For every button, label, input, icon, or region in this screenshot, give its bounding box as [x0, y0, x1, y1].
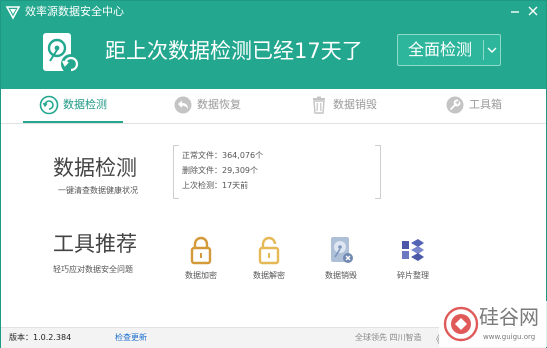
- stat-normal-files: 正常文件：364,076个: [182, 151, 263, 161]
- hard-disk-refresh-icon: [43, 33, 81, 74]
- section-subtitle-tools: 轻巧应对数据安全问题: [53, 265, 133, 274]
- close-button[interactable]: [525, 3, 541, 19]
- tab-label: 数据恢复: [197, 98, 241, 111]
- lock-icon: [190, 236, 212, 265]
- tab-label: 工具箱: [469, 98, 502, 111]
- app-logo-icon: [5, 6, 21, 20]
- title-bar: 效率源数据安全中心: [1, 1, 546, 23]
- tool-label: 数据解密: [253, 271, 285, 280]
- section-title-tools: 工具推荐: [53, 232, 137, 256]
- tool-decrypt[interactable]: 数据解密: [239, 235, 299, 283]
- tab-data-recovery[interactable]: 数据恢复: [173, 89, 263, 123]
- undo-icon: [174, 96, 192, 114]
- version-label: 版本：1.0.2.384: [9, 333, 72, 342]
- main-tabs: 数据检测 数据恢复 数据销毁 工具箱: [1, 89, 546, 124]
- window-title: 效率源数据安全中心: [25, 5, 124, 18]
- close-icon: [528, 6, 538, 16]
- trash-icon: [313, 96, 325, 114]
- brand-slogan: 全球领先 四川智造: [355, 333, 422, 342]
- chevron-down-icon[interactable]: [484, 35, 500, 65]
- unlock-icon: [258, 236, 280, 265]
- tool-label: 数据加密: [185, 271, 217, 280]
- stat-value: 29,309个: [222, 166, 258, 175]
- stat-deleted-files: 删除文件：29,309个: [182, 166, 258, 176]
- tab-toolbox[interactable]: 工具箱: [445, 89, 525, 123]
- check-update-link[interactable]: 检查更新: [115, 333, 147, 343]
- minimize-icon: [511, 11, 519, 13]
- tab-label: 数据检测: [63, 98, 107, 111]
- active-tab-indicator: [23, 121, 123, 123]
- tool-label: 碎片整理: [397, 271, 429, 280]
- watermark: 硅谷网 www.guigu.org: [439, 301, 547, 347]
- watermark-logo-icon: [443, 306, 479, 342]
- defrag-icon: [402, 239, 424, 261]
- tab-data-detection[interactable]: 数据检测: [39, 89, 129, 123]
- tool-defrag[interactable]: 碎片整理: [383, 235, 443, 283]
- header-banner: 距上次数据检测已经17天了 全面检测: [1, 23, 546, 89]
- stat-last-scan: 上次检测：17天前: [182, 181, 248, 191]
- wrench-icon: [446, 96, 464, 114]
- section-title-detection: 数据检测: [53, 156, 137, 180]
- watermark-url: www.guigu.org: [483, 333, 536, 341]
- stat-label: 正常文件：: [182, 151, 222, 160]
- full-scan-label[interactable]: 全面检测: [398, 35, 482, 65]
- tool-label: 数据销毁: [325, 271, 357, 280]
- tool-encrypt[interactable]: 数据加密: [171, 235, 231, 283]
- tool-destroy[interactable]: 数据销毁: [311, 235, 371, 283]
- tab-data-destroy[interactable]: 数据销毁: [309, 89, 399, 123]
- refresh-icon: [39, 95, 59, 115]
- disk-erase-icon: [331, 237, 353, 263]
- tab-label: 数据销毁: [333, 98, 377, 111]
- stat-value: 17天前: [222, 181, 249, 190]
- section-subtitle-detection: 一键清查数据健康状况: [58, 186, 138, 195]
- minimize-button[interactable]: [507, 3, 523, 19]
- watermark-text: 硅谷网: [479, 305, 539, 329]
- stats-box: 正常文件：364,076个 删除文件：29,309个 上次检测：17天前: [173, 145, 381, 199]
- stat-label: 上次检测：: [182, 181, 222, 190]
- stat-label: 删除文件：: [182, 166, 222, 175]
- stat-value: 364,076个: [222, 151, 264, 160]
- last-scan-headline: 距上次数据检测已经17天了: [105, 39, 363, 63]
- full-scan-button[interactable]: 全面检测: [397, 34, 501, 66]
